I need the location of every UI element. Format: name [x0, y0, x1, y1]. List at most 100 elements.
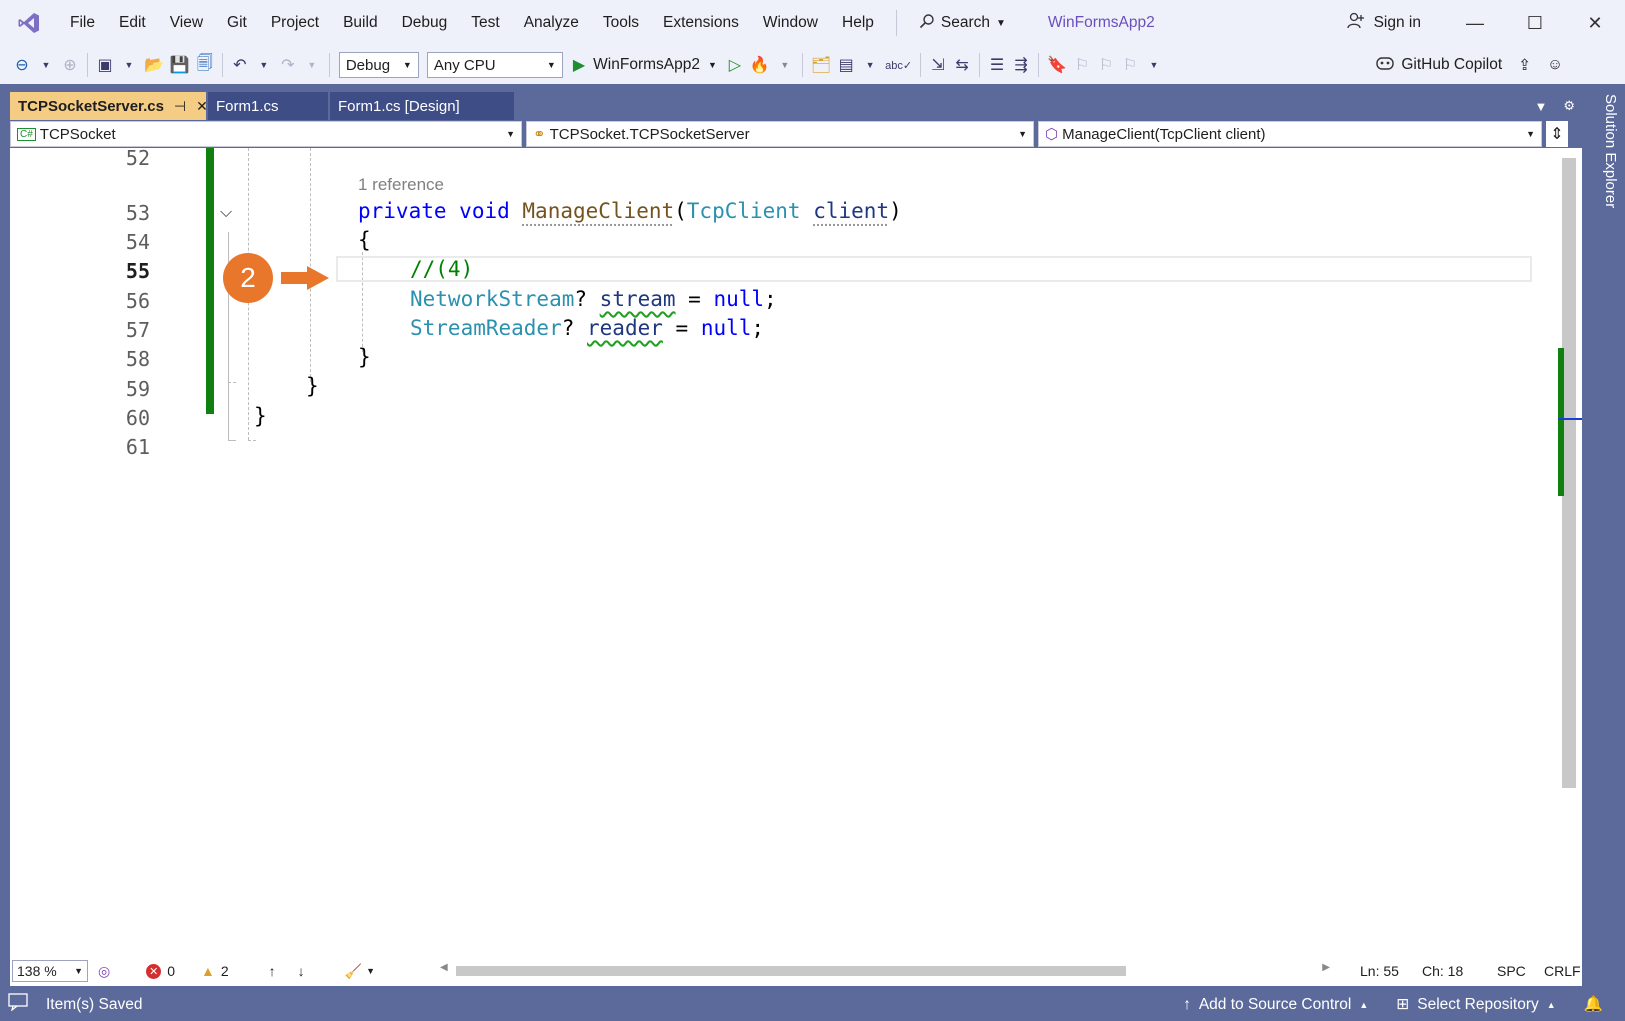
menu-project[interactable]: Project [259, 0, 331, 46]
menu-extensions[interactable]: Extensions [651, 0, 751, 46]
horizontal-scrollbar[interactable]: ◀ ▶ [440, 962, 1330, 978]
project-dropdown[interactable]: C# TCPSocket ▼ [10, 121, 522, 147]
notifications-button[interactable]: 🔔 [1584, 995, 1603, 1014]
menu-view[interactable]: View [158, 0, 215, 46]
warnings-indicator[interactable]: ▲ 2 [201, 963, 229, 979]
step-into-button[interactable]: ⇲ [926, 50, 950, 80]
type-dropdown[interactable]: ⚭ TCPSocket.TCPSocketServer ▼ [526, 121, 1034, 147]
line-indicator[interactable]: Ln: 55 [1360, 956, 1399, 986]
gear-icon[interactable]: ⚙ [1563, 98, 1575, 114]
tab-list-dropdown-icon[interactable]: ▼ [1534, 99, 1547, 114]
solution-explorer-rail: Solution Explorer [1591, 84, 1625, 988]
menu-tools[interactable]: Tools [591, 0, 651, 46]
close-window-button[interactable]: ✕ [1565, 0, 1625, 46]
spell-check-button[interactable]: abc✓ [882, 50, 915, 80]
whitespace-indicator[interactable]: SPC [1497, 956, 1526, 986]
close-icon[interactable]: ✕ [196, 98, 208, 115]
hot-reload-dropdown-button[interactable]: ▼ [773, 50, 797, 80]
zoom-select[interactable]: 138 % ▼ [12, 960, 88, 982]
comment-icon: ☰ [989, 57, 1005, 74]
previous-issue-icon[interactable]: ↑ [269, 963, 276, 979]
visual-studio-logo-icon[interactable] [0, 0, 58, 46]
line-ending-indicator[interactable]: CRLF [1544, 956, 1581, 986]
outline-line [228, 232, 229, 382]
chevron-down-icon[interactable]: ▼ [366, 966, 375, 976]
toolbar-overflow-button[interactable]: ▼ [858, 50, 882, 80]
menu-build[interactable]: Build [331, 0, 389, 46]
previous-bookmark-button[interactable]: ⚐ [1070, 50, 1094, 80]
pin-icon[interactable]: ⊣ [174, 98, 186, 115]
redo-button[interactable]: ↷ [276, 50, 300, 80]
scroll-right-icon[interactable]: ▶ [1322, 962, 1330, 973]
github-copilot-button[interactable]: GitHub Copilot ⇪ ☺ [1375, 46, 1563, 84]
toolbar-more-button[interactable]: ▼ [1142, 50, 1166, 80]
column-indicator[interactable]: Ch: 18 [1422, 956, 1463, 986]
navigate-back-button[interactable]: ⊖ [10, 50, 34, 80]
menu-window[interactable]: Window [751, 0, 830, 46]
vertical-scrollbar[interactable] [1558, 148, 1582, 956]
undo-dropdown-button[interactable]: ▼ [252, 50, 276, 80]
navigate-forward-button[interactable]: ⊕ [58, 50, 82, 80]
uncomment-icon: ⇶ [1014, 57, 1028, 74]
menu-test[interactable]: Test [459, 0, 511, 46]
configuration-select[interactable]: Debug ▼ [338, 52, 419, 78]
chevron-down-icon: ▼ [259, 60, 269, 70]
select-repository-button[interactable]: ⊞ Select Repository ▲ [1396, 995, 1555, 1014]
comment-lines-button[interactable]: ☰ [985, 50, 1009, 80]
code-cleanup-icon[interactable]: 🧹 [345, 963, 362, 980]
chevron-down-icon: ▼ [124, 60, 134, 70]
menu-git[interactable]: Git [215, 0, 259, 46]
code-token: null [713, 287, 765, 311]
bookmark-icon: 🔖 [1047, 57, 1067, 74]
errors-indicator[interactable]: ✕ 0 [146, 963, 175, 979]
menu-debug[interactable]: Debug [390, 0, 460, 46]
tab-form1[interactable]: Form1.cs [208, 92, 328, 120]
collapse-toggle-icon[interactable]: ⌵ [220, 204, 232, 222]
output-window-icon[interactable] [8, 993, 28, 1016]
layout-icon: ▤ [838, 57, 854, 74]
scrollbar-thumb[interactable] [456, 966, 1126, 976]
folder-search-icon: 🗂 [810, 57, 832, 74]
new-dropdown-button[interactable]: ▼ [117, 50, 141, 80]
open-file-button[interactable]: 📂 [141, 50, 167, 80]
tab-form1-design[interactable]: Form1.cs [Design] [330, 92, 514, 120]
save-button[interactable]: 💾 [167, 50, 193, 80]
member-dropdown[interactable]: ⬡ ManageClient(TcpClient client) ▼ [1038, 121, 1542, 147]
scrollbar-thumb[interactable] [1562, 158, 1576, 788]
outline-guide [228, 382, 236, 383]
hot-reload-button[interactable]: 🔥 [747, 50, 773, 80]
back-dropdown-button[interactable]: ▼ [34, 50, 58, 80]
menu-edit[interactable]: Edit [107, 0, 158, 46]
browse-folder-button[interactable]: 🗂 [808, 50, 834, 80]
scroll-left-icon[interactable]: ◀ [440, 962, 448, 973]
tab-tcpsocketserver[interactable]: TCPSocketServer.cs ⊣ ✕ [10, 92, 208, 120]
minimize-button[interactable]: — [1445, 0, 1505, 46]
split-editor-button[interactable]: ⇕ [1546, 121, 1568, 147]
toggle-bookmark-button[interactable]: 🔖 [1044, 50, 1070, 80]
menu-help[interactable]: Help [830, 0, 886, 46]
add-to-source-control-button[interactable]: ↑ Add to Source Control ▲ [1183, 996, 1368, 1014]
start-without-debugging-button[interactable]: ▷ [723, 50, 747, 80]
code-token: void [459, 199, 510, 223]
codelens-references[interactable]: 1 reference [358, 175, 444, 195]
next-bookmark-button[interactable]: ⚐ [1094, 50, 1118, 80]
compare-button[interactable]: ⇆ [950, 50, 974, 80]
maximize-button[interactable]: ☐ [1505, 0, 1565, 46]
new-project-button[interactable]: ▣ [93, 50, 117, 80]
search-button[interactable]: Search ▼ [907, 13, 1018, 34]
start-debugging-button[interactable]: ▶ WinFormsApp2 ▼ [567, 55, 723, 75]
intellicode-icon[interactable]: ◎ [98, 963, 110, 980]
sign-in-button[interactable]: Sign in [1322, 11, 1445, 36]
clear-bookmarks-button[interactable]: ⚐ [1118, 50, 1142, 80]
uncomment-lines-button[interactable]: ⇶ [1009, 50, 1033, 80]
solution-explorer-tab[interactable]: Solution Explorer [1602, 94, 1619, 208]
save-all-button[interactable]: 🗐 [193, 50, 217, 80]
undo-button[interactable]: ↶ [228, 50, 252, 80]
redo-dropdown-button[interactable]: ▼ [300, 50, 324, 80]
next-issue-icon[interactable]: ↓ [298, 963, 305, 979]
window-layout-button[interactable]: ▤ [834, 50, 858, 80]
chevron-down-icon: ▼ [996, 17, 1006, 29]
platform-select[interactable]: Any CPU ▼ [426, 52, 563, 78]
menu-analyze[interactable]: Analyze [512, 0, 591, 46]
menu-file[interactable]: File [58, 0, 107, 46]
